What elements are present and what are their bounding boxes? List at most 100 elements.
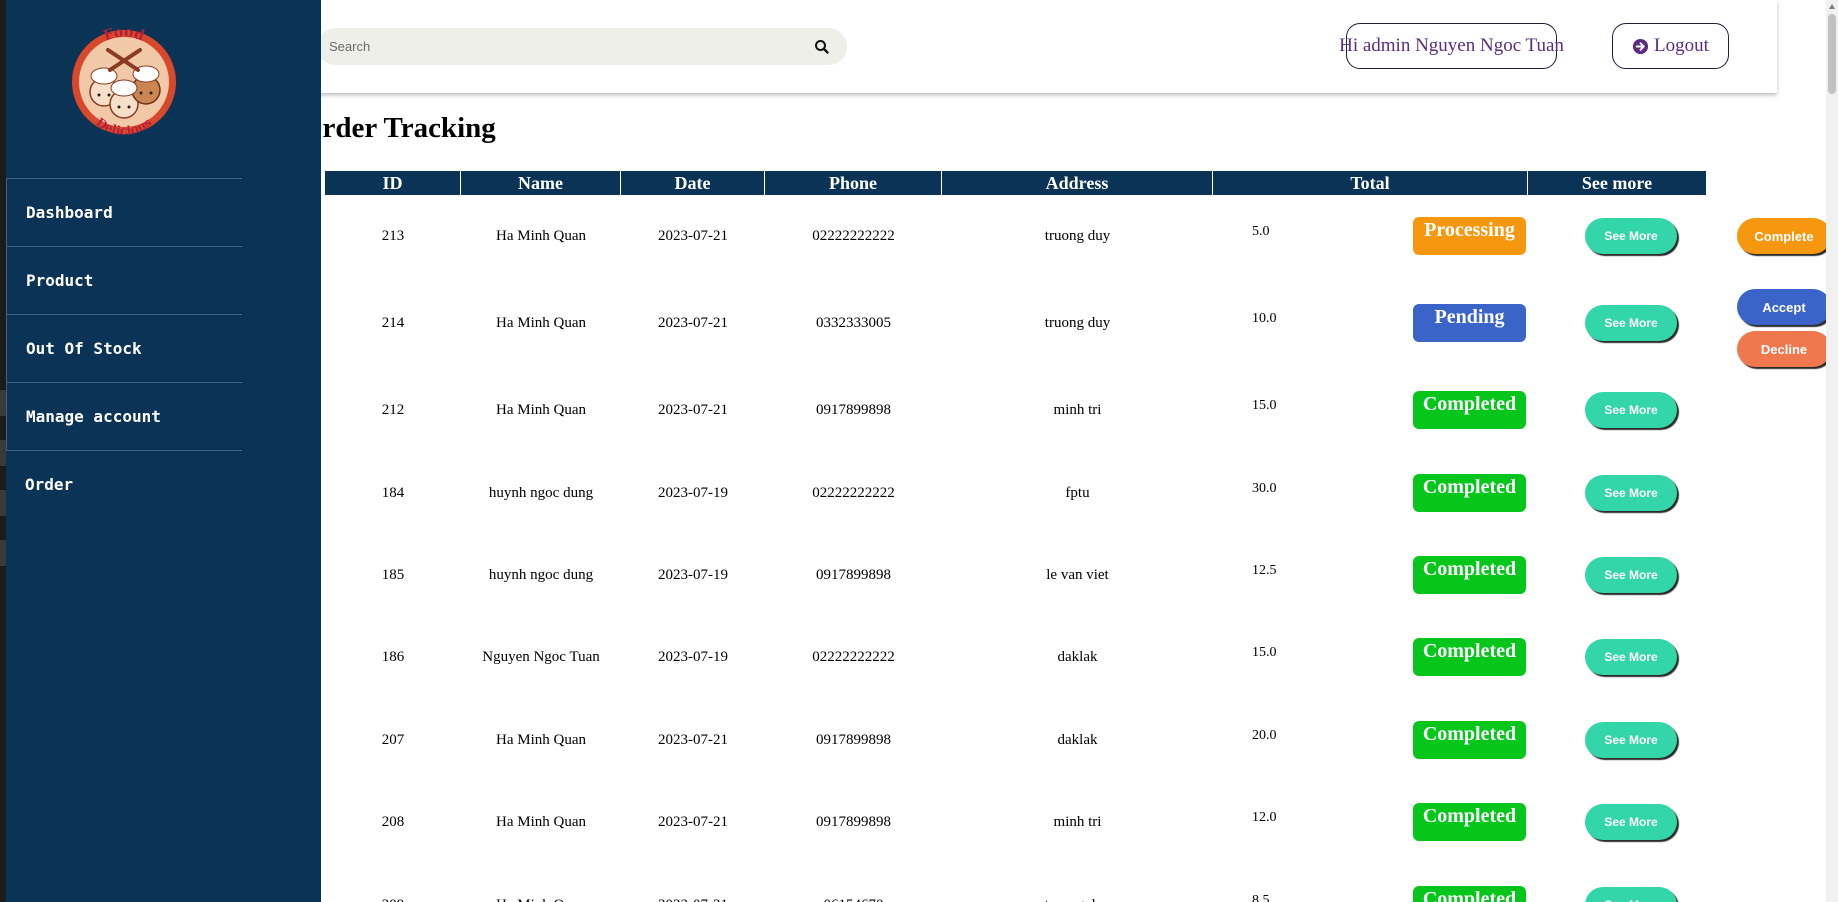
status-badge: Completed [1413, 721, 1526, 759]
cell-phone: 02222222222 [812, 227, 895, 244]
see-more-button[interactable]: See More [1585, 475, 1677, 511]
cell-id: 184 [381, 484, 405, 501]
see-more-button[interactable]: See More [1585, 722, 1677, 758]
cell-total: 30.0 [1252, 481, 1277, 496]
cell-phone: 0917899898 [816, 813, 891, 830]
cell-id: 185 [381, 566, 405, 583]
see-more-button[interactable]: See More [1585, 804, 1677, 840]
status-badge: Completed [1413, 886, 1526, 902]
table-row: 209Ha Minh Quan2023-07-2106154670truong … [325, 865, 1835, 902]
scrollbar-thumb[interactable] [1828, 14, 1836, 94]
sidebar-item-label: Dashboard [26, 203, 113, 222]
column-header-address: Address [942, 171, 1213, 195]
cell-name: Ha Minh Quan [496, 731, 586, 748]
page-scrollbar[interactable] [1826, 0, 1838, 902]
orders-table-header: ID Name Date Phone Address Total See mor… [325, 171, 1706, 195]
status-badge: Processing [1413, 217, 1526, 255]
cell-date: 2023-07-21 [621, 865, 765, 902]
cell-address: truong duy [1044, 314, 1111, 331]
cell-name: Ha Minh Quan [496, 314, 586, 331]
status-badge: Completed [1413, 556, 1526, 594]
status-badge: Completed [1413, 803, 1526, 841]
cell-phone: 02222222222 [812, 484, 895, 501]
logout-label: Logout [1654, 35, 1709, 56]
accept-order-button[interactable]: Accept [1737, 289, 1831, 325]
column-header-total: Total [1213, 171, 1528, 195]
page-title: Order Tracking [300, 112, 496, 144]
see-more-button[interactable]: See More [1585, 887, 1677, 902]
column-header-id: ID [325, 171, 461, 195]
cell-id: 212 [381, 401, 405, 418]
table-row: 213 Ha Minh Quan 2023-07-21 02222222222 truo… [325, 195, 1835, 277]
cell-address: minh tri [1053, 813, 1102, 830]
cell-total: 12.5 [1252, 563, 1277, 578]
cell-total: 15.0 [1252, 398, 1277, 413]
column-header-date: Date [621, 171, 765, 195]
cell-name: Ha Minh Quan [496, 227, 586, 244]
sidebar-item-label: Product [26, 271, 94, 290]
cell-phone: 0917899898 [816, 401, 891, 418]
table-row: 214 Ha Minh Quan 2023-07-21 0332333005 truon… [325, 281, 1835, 367]
cell-date: 2023-07-21 [658, 227, 728, 244]
see-more-button[interactable]: See More [1585, 639, 1677, 675]
cell-name: Ha Minh Quan [496, 401, 586, 418]
cell-address: truong duy [1044, 227, 1111, 244]
status-badge: Completed [1413, 638, 1526, 676]
logout-button[interactable]: Logout [1612, 23, 1729, 69]
status-badge: Completed [1413, 474, 1526, 512]
search-icon[interactable] [813, 38, 831, 56]
cell-total: 5.0 [1252, 224, 1270, 239]
cell-date: 2023-07-21 [658, 813, 728, 830]
cell-total: 12.0 [1252, 810, 1277, 825]
column-header-phone: Phone [765, 171, 942, 195]
see-more-button[interactable]: See More [1585, 218, 1677, 254]
table-row: 186 Nguyen Ngoc Tuan 2023-07-19 02222222222… [325, 617, 1835, 699]
table-row: 207 Ha Minh Quan 2023-07-21 0917899898 dakla… [325, 699, 1835, 781]
cell-address: le van viet [1046, 566, 1109, 583]
cell-date: 2023-07-19 [658, 566, 728, 583]
cell-total: 20.0 [1252, 728, 1277, 743]
table-row: 185 huynh ngoc dung 2023-07-19 0917899898 le… [325, 534, 1835, 616]
scroll-up-arrow[interactable] [1829, 4, 1835, 9]
cell-address: fptu [1065, 484, 1090, 501]
status-badge: Completed [1413, 391, 1526, 429]
cell-name: huynh ngoc dung [488, 566, 594, 583]
cell-date: 2023-07-19 [658, 648, 728, 665]
column-header-see-more: See more [1581, 172, 1653, 193]
cell-date: 2023-07-21 [658, 314, 728, 331]
cell-phone: 0917899898 [816, 731, 891, 748]
sidebar-item-label: Manage account [26, 407, 161, 426]
cell-id: 186 [381, 648, 405, 665]
column-header-name: Name [461, 171, 621, 195]
table-row: 208 Ha Minh Quan 2023-07-21 0917899898 minh … [325, 781, 1835, 863]
sidebar-item-label: Out Of Stock [26, 339, 142, 358]
cell-name: huynh ngoc dung [488, 484, 594, 501]
table-row: 184 huynh ngoc dung 2023-07-19 02222222222 f… [325, 452, 1835, 534]
cell-name: Ha Minh Quan [461, 865, 621, 902]
search-input[interactable] [329, 36, 799, 56]
admin-greeting-button[interactable]: Hi admin Nguyen Ngoc Tuan [1339, 23, 1564, 69]
cell-date: 2023-07-19 [658, 484, 728, 501]
cell-date: 2023-07-21 [658, 731, 728, 748]
sidebar-panel [242, 93, 321, 902]
cell-name: Ha Minh Quan [496, 813, 586, 830]
cell-name: Nguyen Ngoc Tuan [482, 648, 600, 665]
cell-address: daklak [1057, 648, 1098, 665]
cell-id: 214 [381, 314, 405, 331]
cell-address: truong duy [942, 865, 1213, 902]
see-more-button[interactable]: See More [1585, 392, 1677, 428]
cell-id: 208 [381, 813, 405, 830]
cell-id: 207 [381, 731, 405, 748]
see-more-button[interactable]: See More [1585, 557, 1677, 593]
top-header: Hi admin Nguyen Ngoc Tuan Logout [242, 0, 1777, 93]
status-badge: Pending [1413, 304, 1526, 342]
cell-id: 209 [325, 865, 461, 902]
cell-address: daklak [1057, 731, 1098, 748]
cell-phone: 02222222222 [812, 648, 895, 665]
see-more-button[interactable]: See More [1585, 305, 1677, 341]
cell-total: 15.0 [1252, 645, 1277, 660]
decline-order-button[interactable]: Decline [1737, 331, 1831, 367]
cell-phone: 0917899898 [816, 566, 891, 583]
cell-address: minh tri [1053, 401, 1102, 418]
complete-order-button[interactable]: Complete [1737, 218, 1831, 254]
